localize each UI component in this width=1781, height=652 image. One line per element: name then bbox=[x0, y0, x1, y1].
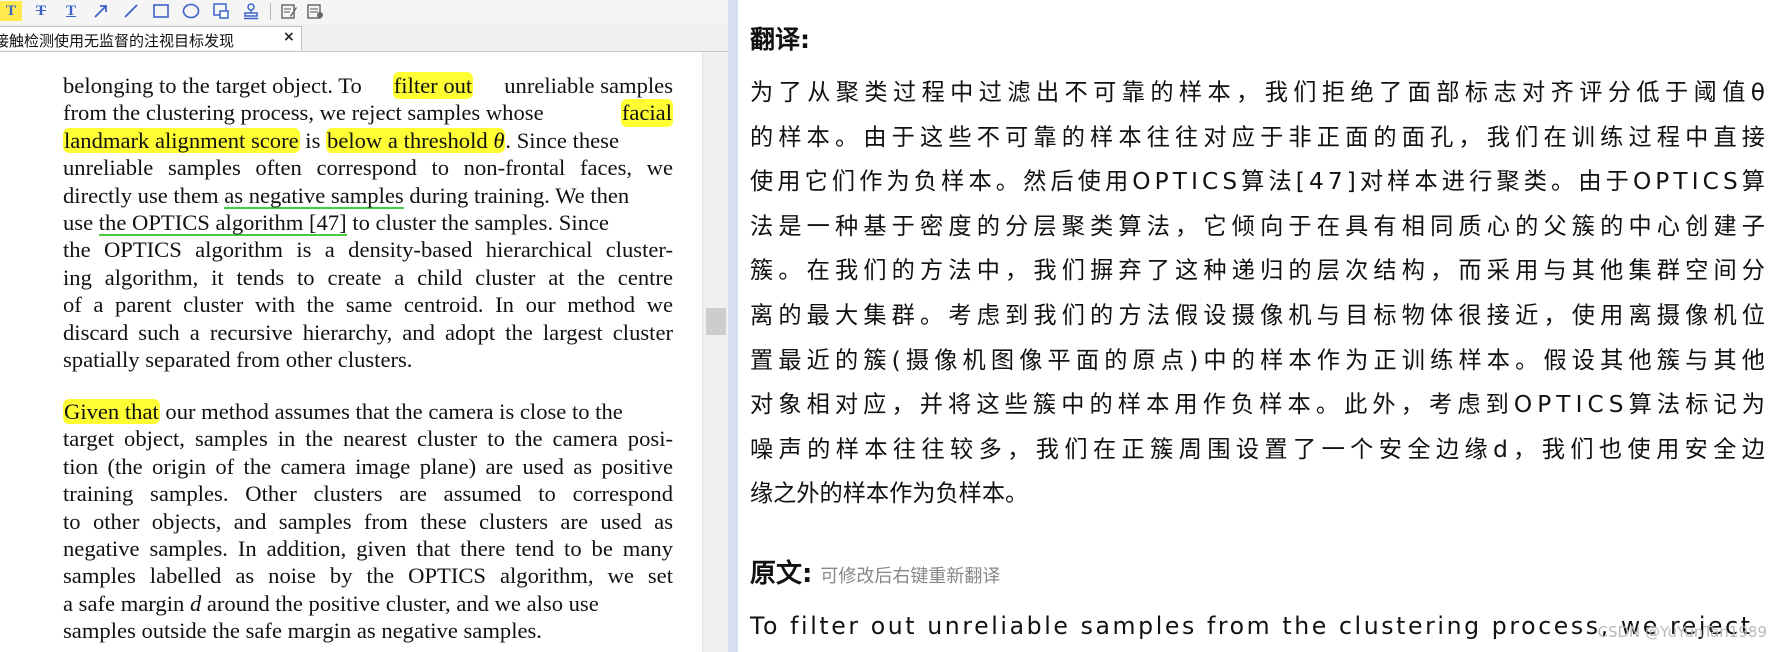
text-span: from the clustering process, we reject s… bbox=[63, 100, 544, 126]
text-span: discard such a recursive hierarchy, and … bbox=[63, 319, 673, 345]
annotation-toolbar: T T T bbox=[0, 0, 728, 24]
ellipse-tool-icon[interactable] bbox=[180, 1, 202, 21]
text-line: tion (the origin of the camera image pla… bbox=[63, 453, 673, 480]
text-line: landmark alignment score is below a thre… bbox=[63, 127, 673, 154]
highlight-text-glyph: T bbox=[5, 2, 16, 19]
text-span: our method assumes that the camera is cl… bbox=[159, 399, 623, 424]
line-tool-icon[interactable] bbox=[120, 1, 142, 21]
toolbar-separator bbox=[270, 3, 271, 20]
vertical-scrollbar[interactable] bbox=[702, 52, 728, 652]
text-span: belonging to the target object. To bbox=[63, 73, 362, 98]
text-line: discard such a recursive hierarchy, and … bbox=[63, 319, 673, 346]
text-span: spatially separated from other clusters. bbox=[63, 347, 413, 373]
text-span: samples labelled as noise by the OPTICS … bbox=[63, 563, 673, 589]
text-line: of a parent cluster with the same centro… bbox=[63, 291, 673, 318]
text-span: to other objects, and samples from these… bbox=[63, 508, 673, 534]
text-line: negative samples. In addition, given tha… bbox=[63, 535, 673, 562]
note-list-icon[interactable] bbox=[304, 1, 326, 21]
translation-line: 的样本。由于这些不可靠的样本往往对应于非正面的面孔，我们在训练过程中直接 bbox=[750, 123, 1771, 151]
scrollbar-thumb[interactable] bbox=[706, 308, 726, 335]
translation-text[interactable]: 为了从聚类过程中过滤出不可靠的样本，我们拒绝了面部标志对齐评分低于阈值θ 的样本… bbox=[750, 71, 1765, 517]
rectangle-tool-icon[interactable] bbox=[150, 1, 172, 21]
text-span: training samples. Other clusters are ass… bbox=[63, 481, 673, 507]
text-line: the OPTICS algorithm is a density-based … bbox=[63, 236, 673, 263]
translation-heading: 翻译: bbox=[750, 25, 810, 54]
text-span: to cluster the samples. Since bbox=[346, 210, 609, 236]
translation-line: 离的最大集群。考虑到我们的方法假设摄像机与目标物体很接近，使用离摄像机位 bbox=[750, 301, 1771, 329]
translation-line: 法是一种基于密度的分层聚类算法，它倾向于在具有相同质心的父簇的中心创建子 bbox=[750, 212, 1771, 240]
text-span: samples outside the safe margin as negat… bbox=[63, 618, 542, 644]
highlight-text-icon[interactable]: T bbox=[0, 1, 22, 21]
original-label: 原文: bbox=[750, 559, 813, 589]
original-hint: 可修改后右键重新翻译 bbox=[820, 566, 1001, 587]
text-line: samples labelled as noise by the OPTICS … bbox=[63, 562, 673, 589]
highlighted-text[interactable]: Given that bbox=[63, 399, 160, 424]
text-line: ing algorithm, it tends to create a chil… bbox=[63, 264, 673, 291]
underlined-text[interactable]: as negative samples bbox=[224, 184, 404, 209]
highlighted-text[interactable]: below a threshold θ bbox=[326, 127, 506, 153]
text-line: Given that our method assumes that the c… bbox=[63, 398, 673, 425]
stamp-tool-icon[interactable] bbox=[210, 1, 232, 21]
text-span: . Since these bbox=[505, 127, 619, 153]
theta-symbol: θ bbox=[493, 127, 505, 153]
text-span: use bbox=[63, 210, 99, 236]
text-span: during training. We then bbox=[403, 182, 630, 208]
text-span: of a parent cluster with the same centro… bbox=[63, 292, 673, 318]
text-span: the OPTICS algorithm is a density-based … bbox=[63, 237, 673, 263]
text-span: tion (the origin of the camera image pla… bbox=[63, 453, 673, 479]
text-span: below a threshold bbox=[327, 127, 494, 153]
text-line: from the clustering process, we reject s… bbox=[63, 99, 673, 127]
translation-line: 使用它们作为负样本。然后使用OPTICS算法[47]对样本进行聚类。由于OPTI… bbox=[750, 168, 1770, 196]
text-line: use the OPTICS algorithm [47] to cluster… bbox=[63, 209, 673, 237]
text-span: around the positive cluster, and we also… bbox=[201, 590, 599, 616]
signature-tool-icon[interactable] bbox=[240, 1, 262, 21]
text-line: directly use them as negative samples du… bbox=[63, 182, 673, 209]
text-span: is bbox=[299, 127, 327, 153]
text-tool-icon[interactable]: T bbox=[60, 1, 82, 21]
margin-symbol: d bbox=[189, 590, 202, 616]
text-span: target object, samples in the nearest cl… bbox=[63, 426, 673, 452]
text-line: target object, samples in the nearest cl… bbox=[63, 425, 673, 452]
watermark: CSDN @YuYunTan1989 bbox=[1597, 623, 1768, 641]
arrow-tool-icon[interactable] bbox=[90, 1, 112, 21]
text-span: ing algorithm, it tends to create a chil… bbox=[63, 264, 673, 290]
text-line: unreliable samples often correspond to n… bbox=[63, 154, 673, 181]
text-line: a safe margin d around the positive clus… bbox=[63, 590, 673, 617]
pane-splitter[interactable] bbox=[728, 0, 738, 652]
paragraph-1: belonging to the target object. To filte… bbox=[63, 72, 673, 373]
text-line: belonging to the target object. To filte… bbox=[63, 72, 673, 100]
translation-line: 置最近的簇(摄像机图像平面的原点)中的样本作为正训练样本。假设其他簇与其他 bbox=[750, 346, 1771, 374]
translation-line: 缘之外的样本作为负样本。 bbox=[750, 480, 1029, 508]
underlined-text[interactable]: the OPTICS algorithm [47] bbox=[98, 211, 347, 237]
text-line: to other objects, and samples from these… bbox=[63, 508, 673, 535]
document-tab-title: 接触检测使用无监督的注视目标发现 bbox=[0, 32, 235, 50]
pdf-viewer-pane: T T T 接触检测使用无监督的注视目标发现 × belonging to th… bbox=[0, 0, 728, 652]
paragraph-2: Given that our method assumes that the c… bbox=[63, 398, 673, 645]
text-span: unreliable samples bbox=[504, 73, 673, 98]
translation-line: 噪声的样本往往较多，我们在正簇周围设置了一个安全边缘d，我们也使用安全边 bbox=[750, 435, 1771, 463]
strikethrough-text-icon[interactable]: T bbox=[30, 1, 52, 21]
text-span: directly use them bbox=[63, 182, 225, 208]
translation-pane: 翻译: 为了从聚类过程中过滤出不可靠的样本，我们拒绝了面部标志对齐评分低于阈值θ… bbox=[738, 0, 1781, 652]
translation-line: 为了从聚类过程中过滤出不可靠的样本，我们拒绝了面部标志对齐评分低于阈值θ bbox=[750, 79, 1771, 106]
edit-note-icon[interactable] bbox=[278, 1, 300, 21]
highlighted-text[interactable]: facial bbox=[620, 99, 673, 127]
document-tab[interactable]: 接触检测使用无监督的注视目标发现 × bbox=[0, 26, 302, 50]
pdf-page-content: belonging to the target object. To filte… bbox=[0, 52, 710, 652]
close-icon[interactable]: × bbox=[283, 29, 295, 45]
highlighted-text[interactable]: landmark alignment score bbox=[63, 127, 300, 153]
highlighted-text[interactable]: filter out bbox=[392, 72, 474, 100]
text-span: negative samples. In addition, given tha… bbox=[63, 536, 673, 562]
text-line: samples outside the safe margin as negat… bbox=[63, 617, 673, 644]
text-span: unreliable samples often correspond to n… bbox=[63, 155, 673, 181]
strikethrough-text-glyph: T bbox=[35, 2, 46, 19]
translation-line: 对象相对应，并将这些簇中的样本用作负样本。此外，考虑到OPTICS算法标记为 bbox=[750, 391, 1771, 419]
text-span: a safe margin bbox=[63, 590, 190, 616]
text-line: spatially separated from other clusters. bbox=[63, 346, 673, 373]
text-line: training samples. Other clusters are ass… bbox=[63, 480, 673, 507]
translation-line: 簇。在我们的方法中，我们摒弃了这种递归的层次结构，而采用与其他集群空间分 bbox=[750, 257, 1771, 285]
text-tool-glyph: T bbox=[65, 2, 76, 19]
original-heading: 原文: 可修改后右键重新翻译 bbox=[750, 553, 1000, 590]
document-tab-bar: 接触检测使用无监督的注视目标发现 × bbox=[0, 24, 728, 52]
